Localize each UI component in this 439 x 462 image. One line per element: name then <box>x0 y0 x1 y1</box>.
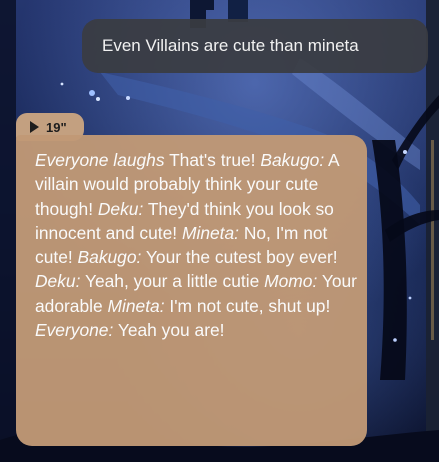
message-segment: Everyone: <box>35 320 114 341</box>
ai-message-text: Everyone laughs That's true! Bakugo: A v… <box>35 150 357 340</box>
message-segment: Mineta: <box>107 295 165 316</box>
message-segment: Your the cutest boy ever! <box>141 247 338 268</box>
message-segment: Deku: <box>35 271 81 292</box>
message-segment: Mineta: <box>181 222 239 243</box>
message-segment: Momo: <box>264 271 318 292</box>
message-segment: That's true! <box>164 150 261 170</box>
message-segment: Yeah, your a little cutie <box>80 271 265 292</box>
user-message-text: Even Villains are cute than mineta <box>102 36 359 55</box>
audio-duration: 19" <box>46 119 67 135</box>
message-segment: Yeah you are! <box>113 320 225 341</box>
user-message-bubble[interactable]: Even Villains are cute than mineta <box>82 19 428 73</box>
message-segment: Bakugo: <box>77 247 142 268</box>
message-segment: Everyone laughs <box>35 150 165 170</box>
message-segment: I'm not cute, shut up! <box>164 295 331 316</box>
message-segment: Bakugo: <box>260 150 325 170</box>
ai-message-bubble[interactable]: Everyone laughs That's true! Bakugo: A v… <box>16 135 367 446</box>
play-icon <box>30 121 39 133</box>
message-segment: Deku: <box>97 198 144 219</box>
